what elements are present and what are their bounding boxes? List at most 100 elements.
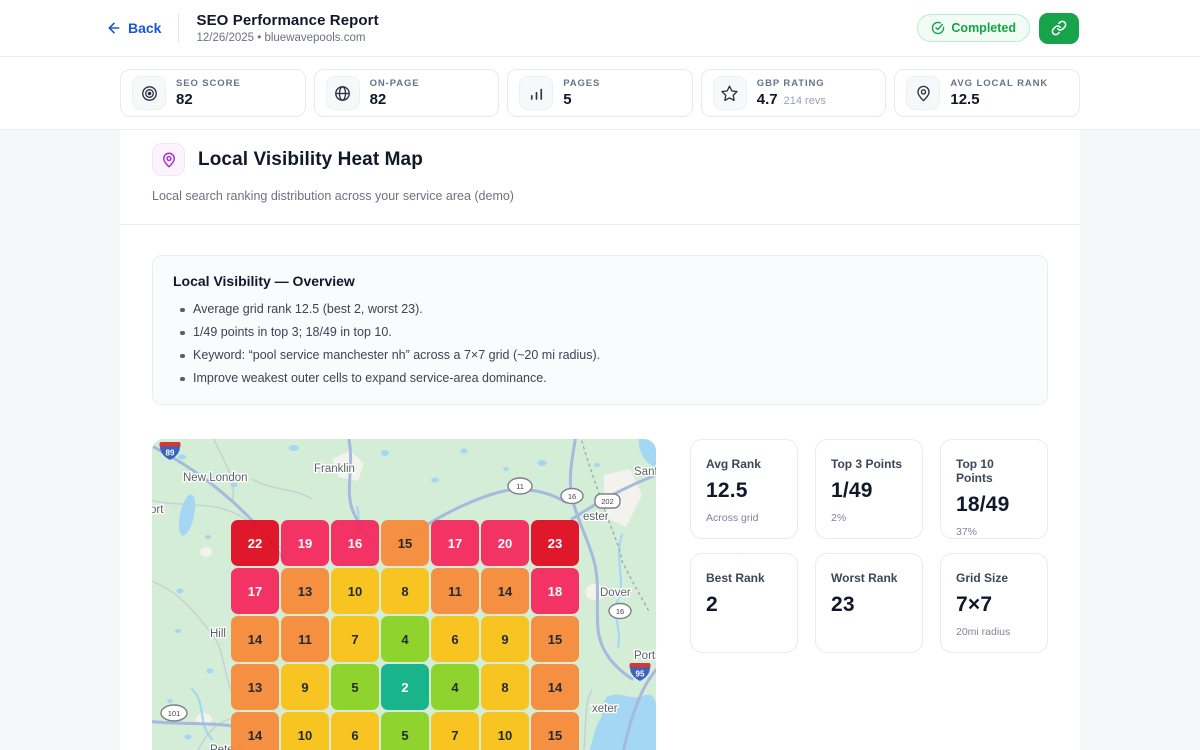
heatmap-cell: 13 bbox=[281, 568, 329, 614]
heatmap-cell: 5 bbox=[331, 664, 379, 710]
heatmap-cell: 10 bbox=[481, 712, 529, 750]
heatmap-cell: 7 bbox=[331, 616, 379, 662]
svg-text:11: 11 bbox=[516, 482, 524, 491]
stat-card-avg-local-rank: AVG LOCAL RANK 12.5 bbox=[894, 69, 1080, 117]
back-label: Back bbox=[128, 20, 161, 36]
stat-card-on-page: ON-PAGE 82 bbox=[314, 69, 500, 117]
metric-sub: 2% bbox=[831, 512, 907, 524]
map-label-exeter: xeter bbox=[592, 703, 618, 715]
heatmap-cell: 15 bbox=[381, 520, 429, 566]
location-pin-icon bbox=[906, 76, 940, 110]
status-badge: Completed bbox=[917, 14, 1030, 42]
page-title: SEO Performance Report bbox=[196, 12, 378, 29]
heatmap-cell: 7 bbox=[431, 712, 479, 750]
heatmap-cell: 14 bbox=[531, 664, 579, 710]
heatmap-grid: 2219161517202317131081114181411746915139… bbox=[230, 519, 582, 750]
metric-card-best-rank: Best Rank 2 bbox=[690, 553, 798, 653]
heatmap-cell: 8 bbox=[481, 664, 529, 710]
route-202-shield: 202 bbox=[595, 494, 620, 508]
heatmap-cell: 2 bbox=[381, 664, 429, 710]
heatmap-cell: 10 bbox=[281, 712, 329, 750]
svg-text:89: 89 bbox=[166, 449, 175, 458]
stat-value: 12.5 bbox=[950, 91, 979, 108]
heatmap-cell: 16 bbox=[331, 520, 379, 566]
map-label-franklin: Franklin bbox=[314, 463, 355, 475]
heatmap-cell: 6 bbox=[331, 712, 379, 750]
heatmap-cell: 6 bbox=[431, 616, 479, 662]
heatmap-cell: 17 bbox=[431, 520, 479, 566]
heatmap-cell: 14 bbox=[231, 616, 279, 662]
heatmap-map[interactable]: ort New London Franklin Sanf ester Dover… bbox=[152, 439, 656, 750]
map-label-rochester: ester bbox=[583, 511, 609, 523]
svg-text:95: 95 bbox=[636, 670, 645, 679]
globe-icon bbox=[326, 76, 360, 110]
metric-label: Top 10 Points bbox=[956, 457, 1032, 485]
svg-text:16: 16 bbox=[568, 492, 576, 501]
stats-bar: SEO SCORE 82 ON-PAGE 82 PAGES 5 bbox=[0, 57, 1200, 130]
map-label-dover: Dover bbox=[600, 587, 631, 599]
stat-card-pages: PAGES 5 bbox=[507, 69, 693, 117]
header-divider bbox=[178, 14, 179, 42]
heatmap-cell: 8 bbox=[381, 568, 429, 614]
stat-card-gbp-rating: GBP RATING 4.7 214 revs bbox=[701, 69, 887, 117]
link-icon bbox=[1051, 20, 1067, 36]
heatmap-cell: 4 bbox=[381, 616, 429, 662]
metric-card-avg-rank: Avg Rank 12.5 Across grid bbox=[690, 439, 798, 539]
heatmap-cell: 23 bbox=[531, 520, 579, 566]
overview-bullet: Average grid rank 12.5 (best 2, worst 23… bbox=[173, 298, 1027, 321]
stat-label: AVG LOCAL RANK bbox=[950, 78, 1048, 89]
metric-label: Grid Size bbox=[956, 571, 1032, 585]
metric-card-top3-points: Top 3 Points 1/49 2% bbox=[815, 439, 923, 539]
overview-bullet: Keyword: “pool service manchester nh” ac… bbox=[173, 344, 1027, 367]
svg-text:101: 101 bbox=[168, 709, 181, 718]
heatmap-cell: 14 bbox=[481, 568, 529, 614]
svg-text:202: 202 bbox=[601, 497, 614, 506]
page-subtitle: 12/26/2025 • bluewavepools.com bbox=[196, 32, 378, 44]
metric-value: 18/49 bbox=[956, 493, 1032, 517]
section-divider bbox=[120, 224, 1080, 225]
metric-card-grid-size: Grid Size 7×7 20mi radius bbox=[940, 553, 1048, 653]
metric-card-worst-rank: Worst Rank 23 bbox=[815, 553, 923, 653]
metric-label: Avg Rank bbox=[706, 457, 782, 471]
metric-value: 7×7 bbox=[956, 593, 1032, 617]
target-icon bbox=[132, 76, 166, 110]
heatmap-cell: 9 bbox=[481, 616, 529, 662]
stat-card-seo-score: SEO SCORE 82 bbox=[120, 69, 306, 117]
stat-label: SEO SCORE bbox=[176, 78, 241, 89]
svg-text:16: 16 bbox=[616, 607, 624, 616]
metric-sub: 37% bbox=[956, 526, 1032, 538]
heatmap-cell: 11 bbox=[281, 616, 329, 662]
route-101-shield: 101 bbox=[161, 705, 187, 721]
stat-label: ON-PAGE bbox=[370, 78, 420, 89]
stat-value: 5 bbox=[563, 91, 571, 108]
overview-bullet: Improve weakest outer cells to expand se… bbox=[173, 367, 1027, 390]
stat-subvalue: 214 revs bbox=[784, 95, 826, 107]
heatmap-cell: 15 bbox=[531, 616, 579, 662]
heatmap-cell: 13 bbox=[231, 664, 279, 710]
status-label: Completed bbox=[951, 21, 1016, 35]
stat-label: PAGES bbox=[563, 78, 600, 89]
stat-value: 4.7 bbox=[757, 91, 778, 108]
star-icon bbox=[713, 76, 747, 110]
stat-value: 82 bbox=[370, 91, 387, 108]
metric-label: Best Rank bbox=[706, 571, 782, 585]
share-link-button[interactable] bbox=[1039, 13, 1079, 44]
heatmap-metrics: Avg Rank 12.5 Across grid Top 3 Points 1… bbox=[690, 439, 1048, 750]
metric-sub: Across grid bbox=[706, 512, 782, 524]
report-panel: Local Visibility Heat Map Local search r… bbox=[120, 130, 1080, 750]
heatmap-cell: 22 bbox=[231, 520, 279, 566]
top-bar: Back SEO Performance Report 12/26/2025 •… bbox=[0, 0, 1200, 57]
back-button[interactable]: Back bbox=[106, 20, 161, 36]
heatmap-cell: 4 bbox=[431, 664, 479, 710]
overview-bullets: Average grid rank 12.5 (best 2, worst 23… bbox=[173, 298, 1027, 390]
map-label-newport: ort bbox=[152, 504, 164, 516]
metric-value: 23 bbox=[831, 593, 907, 617]
map-label-portsmouth: Ports bbox=[634, 650, 656, 662]
map-label-hillsborough: Hill bbox=[210, 628, 226, 640]
metric-sub: 20mi radius bbox=[956, 626, 1032, 638]
route-16-shield: 16 bbox=[561, 489, 583, 504]
stat-label: GBP RATING bbox=[757, 78, 826, 89]
metric-value: 1/49 bbox=[831, 479, 907, 503]
heatmap-cell: 19 bbox=[281, 520, 329, 566]
heatmap-cell: 9 bbox=[281, 664, 329, 710]
